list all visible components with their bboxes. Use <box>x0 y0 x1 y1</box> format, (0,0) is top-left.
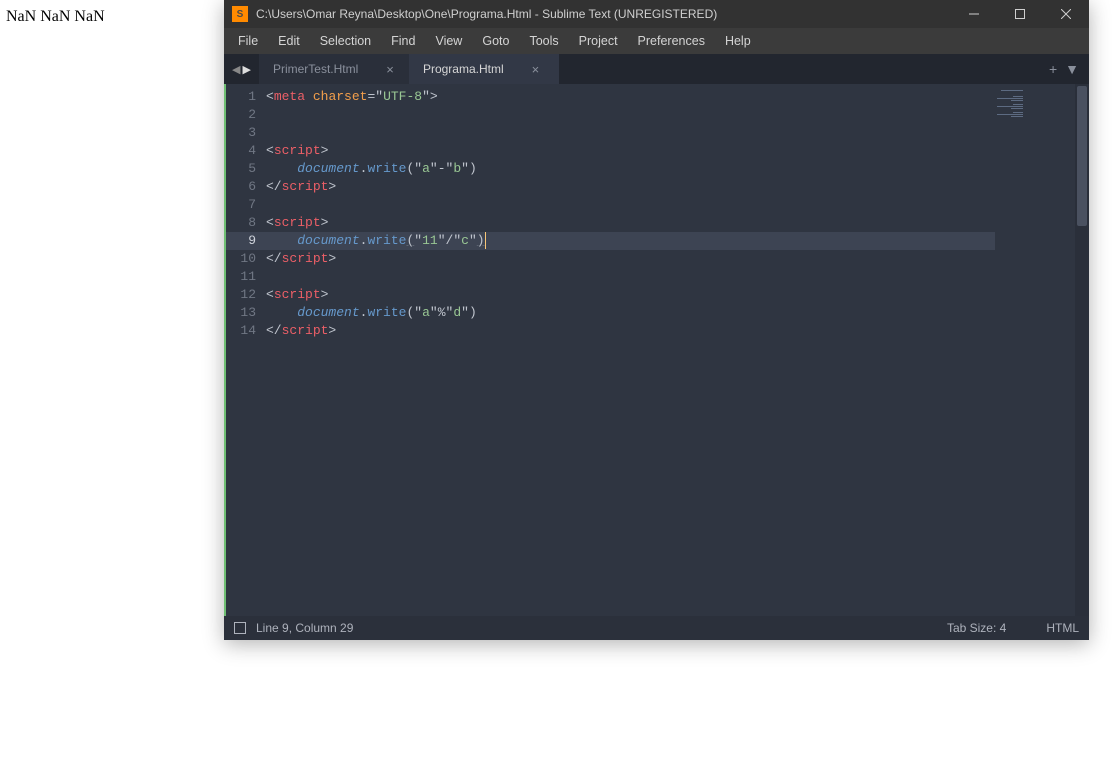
menu-file[interactable]: File <box>228 30 268 52</box>
line-number: 13 <box>226 304 266 322</box>
line-number: 12 <box>226 286 266 304</box>
editor-body: 1234567891011121314 <meta charset="UTF-8… <box>224 84 1089 616</box>
code-line[interactable] <box>266 196 995 214</box>
vertical-scrollbar[interactable] <box>1075 84 1089 616</box>
line-number: 6 <box>226 178 266 196</box>
sublime-window: C:\Users\Omar Reyna\Desktop\One\Programa… <box>224 0 1089 640</box>
code-line[interactable]: </script> <box>266 178 995 196</box>
tab-label: PrimerTest.Html <box>273 62 358 76</box>
code-line[interactable]: <meta charset="UTF-8"> <box>266 88 995 106</box>
code-line[interactable]: <script> <box>266 214 995 232</box>
syntax-indicator[interactable]: HTML <box>1046 621 1079 635</box>
code-line[interactable]: document.write("a"%"d") <box>266 304 995 322</box>
statusbar: Line 9, Column 29 Tab Size: 4 HTML <box>224 616 1089 640</box>
panel-toggle-icon[interactable] <box>234 622 246 634</box>
menu-goto[interactable]: Goto <box>472 30 519 52</box>
maximize-button[interactable] <box>997 0 1043 28</box>
menu-edit[interactable]: Edit <box>268 30 310 52</box>
tab-nav-arrows: ◀ ▶ <box>224 54 259 84</box>
window-title: C:\Users\Omar Reyna\Desktop\One\Programa… <box>256 7 951 21</box>
line-number: 9 <box>226 232 266 250</box>
titlebar[interactable]: C:\Users\Omar Reyna\Desktop\One\Programa… <box>224 0 1089 28</box>
menu-preferences[interactable]: Preferences <box>628 30 715 52</box>
tabbar: ◀ ▶ PrimerTest.Html × Programa.Html × + … <box>224 54 1089 84</box>
line-number: 11 <box>226 268 266 286</box>
menu-tools[interactable]: Tools <box>519 30 568 52</box>
line-number: 5 <box>226 160 266 178</box>
line-number: 2 <box>226 106 266 124</box>
menu-project[interactable]: Project <box>569 30 628 52</box>
code-line[interactable]: <script> <box>266 286 995 304</box>
window-controls <box>951 0 1089 28</box>
cursor-position[interactable]: Line 9, Column 29 <box>256 621 353 635</box>
line-number: 7 <box>226 196 266 214</box>
scrollbar-thumb[interactable] <box>1077 86 1087 226</box>
line-number-gutter[interactable]: 1234567891011121314 <box>226 84 266 616</box>
app-icon <box>232 6 248 22</box>
code-line[interactable]: document.write("11"/"c") <box>266 232 995 250</box>
line-number: 1 <box>226 88 266 106</box>
line-number: 10 <box>226 250 266 268</box>
line-number: 3 <box>226 124 266 142</box>
tab-close-icon[interactable]: × <box>386 62 394 77</box>
code-line[interactable]: document.write("a"-"b") <box>266 160 995 178</box>
code-line[interactable] <box>266 268 995 286</box>
tab-close-icon[interactable]: × <box>532 62 540 77</box>
minimize-button[interactable] <box>951 0 997 28</box>
nav-forward-icon[interactable]: ▶ <box>242 63 250 76</box>
tab-primertest[interactable]: PrimerTest.Html × <box>259 54 409 84</box>
code-line[interactable] <box>266 106 995 124</box>
minimap[interactable] <box>995 84 1075 616</box>
new-tab-icon[interactable]: + <box>1049 61 1057 77</box>
menu-help[interactable]: Help <box>715 30 761 52</box>
menubar: File Edit Selection Find View Goto Tools… <box>224 28 1089 54</box>
code-line[interactable]: <script> <box>266 142 995 160</box>
nav-back-icon[interactable]: ◀ <box>232 63 240 76</box>
code-line[interactable] <box>266 124 995 142</box>
code-area[interactable]: <meta charset="UTF-8"> <script> document.… <box>266 84 995 616</box>
tab-programa[interactable]: Programa.Html × <box>409 54 559 84</box>
tab-size-indicator[interactable]: Tab Size: 4 <box>947 621 1006 635</box>
menu-view[interactable]: View <box>425 30 472 52</box>
code-line[interactable]: </script> <box>266 322 995 340</box>
tab-actions: + ▼ <box>1039 54 1089 84</box>
browser-output-text: NaN NaN NaN <box>6 8 105 26</box>
tab-label: Programa.Html <box>423 62 504 76</box>
line-number: 4 <box>226 142 266 160</box>
line-number: 8 <box>226 214 266 232</box>
close-button[interactable] <box>1043 0 1089 28</box>
tab-menu-icon[interactable]: ▼ <box>1065 61 1079 77</box>
code-line[interactable]: </script> <box>266 250 995 268</box>
menu-selection[interactable]: Selection <box>310 30 381 52</box>
menu-find[interactable]: Find <box>381 30 425 52</box>
line-number: 14 <box>226 322 266 340</box>
